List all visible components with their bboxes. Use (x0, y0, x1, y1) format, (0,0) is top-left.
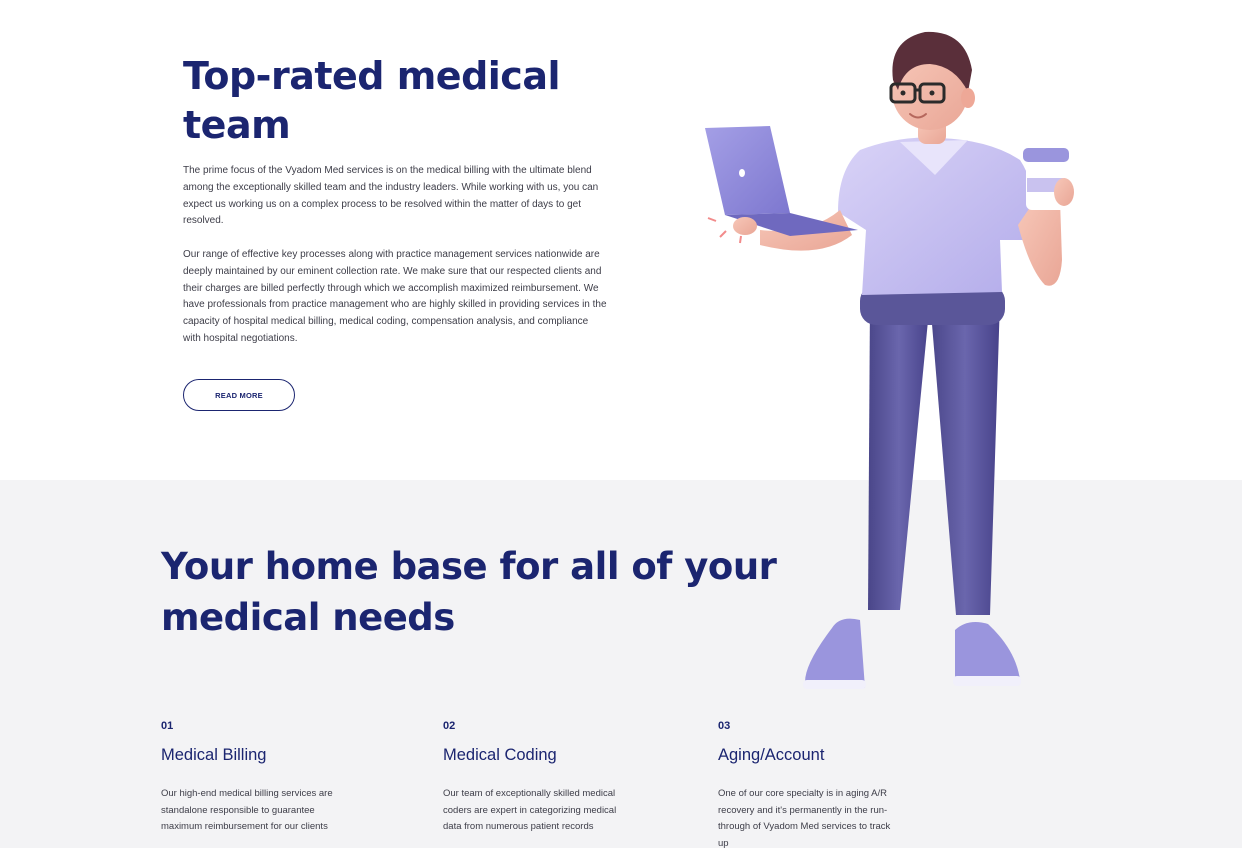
service-number: 01 (161, 720, 174, 732)
service-name: Medical Billing (161, 746, 267, 764)
hero-title: Top-rated medical team (183, 54, 561, 147)
hero-paragraph-1: The prime focus of the Vyadom Med servic… (183, 165, 599, 227)
person-with-laptop-and-coffee-illustration (705, 31, 1074, 689)
service-description: One of our core specialty is in aging A/… (718, 788, 891, 848)
service-number: 03 (718, 720, 731, 732)
hero-paragraph-2: Our range of effective key processes alo… (183, 249, 607, 344)
service-card-medical-billing: 01 Medical Billing Our high-end medical … (161, 720, 361, 836)
service-number: 02 (443, 720, 456, 732)
service-card-medical-coding: 02 Medical Coding Our team of exceptiona… (443, 720, 643, 836)
read-more-button[interactable]: READ MORE (183, 379, 295, 411)
service-name: Aging/Account (718, 746, 825, 764)
service-description: Our team of exceptionally skilled medica… (443, 788, 617, 832)
service-name: Medical Coding (443, 746, 557, 764)
service-description: Our high-end medical billing services ar… (161, 788, 333, 832)
service-card-aging-account: 03 Aging/Account One of our core special… (718, 720, 918, 848)
